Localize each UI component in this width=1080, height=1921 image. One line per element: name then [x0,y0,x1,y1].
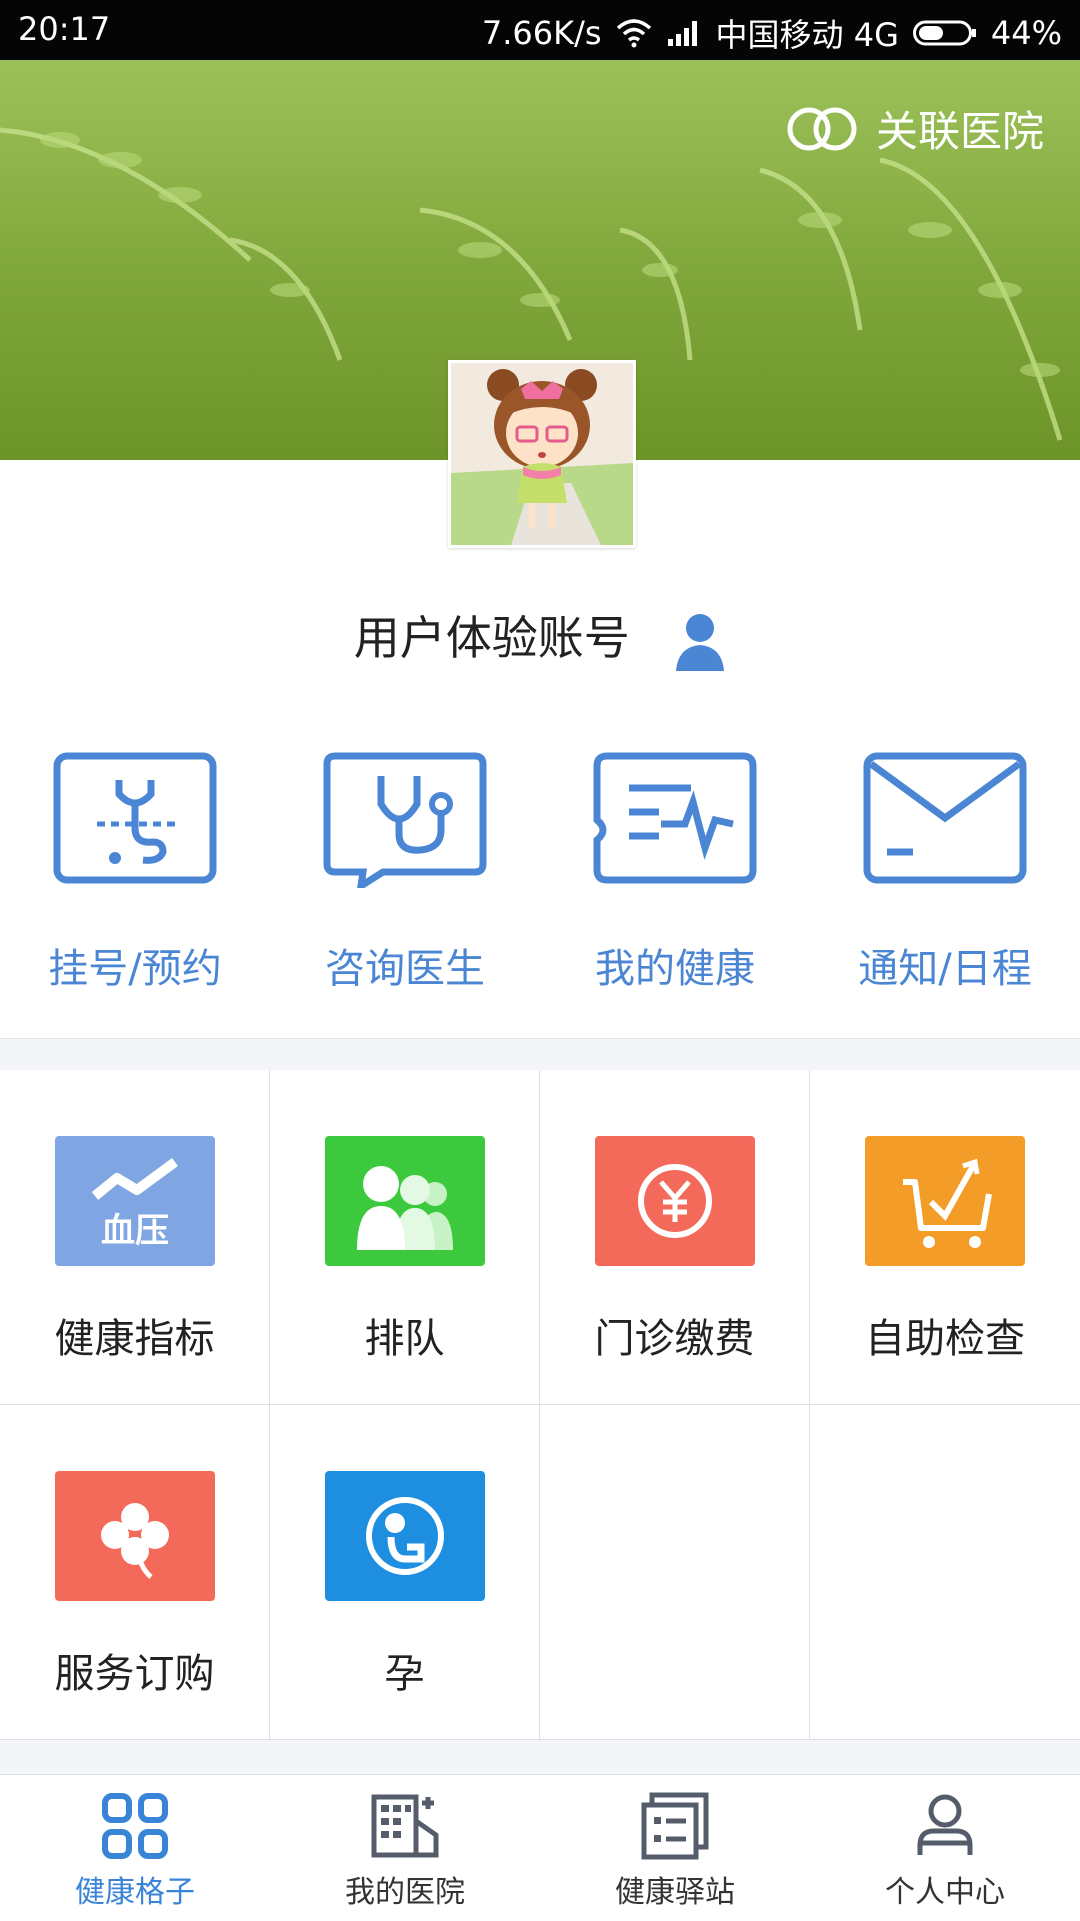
grid-item-health-indicators[interactable]: 血压 健康指标 [0,1070,270,1404]
grid-icon [102,1793,168,1859]
signal-icon [667,21,697,46]
quick-action-label: 咨询医生 [325,946,485,992]
avatar[interactable] [448,360,636,548]
cart-check-icon [865,1136,1025,1266]
quick-actions: 挂号/预约 咨询医生 我的健康 通知/日程 [0,752,1080,1002]
tab-health-station[interactable]: 健康驿站 [540,1775,810,1921]
quick-action-register[interactable]: 挂号/预约 [0,752,270,1002]
tile-text: 血压 [101,1211,169,1251]
status-bar: 20:17 7.66K/s 中国移动 4G 44% [0,0,1080,60]
grid-item-empty [810,1405,1080,1739]
grid-item-empty [540,1405,810,1739]
grid-item-label: 服务订购 [54,1651,215,1697]
quick-action-label: 通知/日程 [858,946,1032,992]
grid-item-queue[interactable]: 排队 [270,1070,540,1404]
yuan-coin-icon [594,1136,755,1266]
net-speed: 7.66K/s [481,14,602,52]
battery-percent: 44% [990,14,1062,52]
grid-item-label: 孕 [384,1651,425,1697]
grid-row: 血压 健康指标 排队 门诊缴费 自助检查 [0,1070,1080,1405]
grid-item-label: 健康指标 [54,1316,215,1362]
tab-my-hospital[interactable]: 我的医院 [270,1775,540,1921]
related-hospital-label: 关联医院 [875,107,1044,156]
grid-item-label: 门诊缴费 [594,1316,755,1362]
queue-people-icon [324,1136,485,1266]
grid-row: 服务订购 孕 [0,1405,1080,1740]
health-record-icon [593,752,757,884]
related-hospital-button[interactable]: 关联医院 [782,98,1044,159]
quick-action-notifications[interactable]: 通知/日程 [810,752,1080,1002]
grid-item-service-order[interactable]: 服务订购 [0,1405,270,1739]
tab-label: 健康格子 [75,1875,195,1910]
grid-item-label: 自助检查 [865,1316,1025,1362]
quick-action-label: 挂号/预约 [48,946,222,992]
grid-item-self-check[interactable]: 自助检查 [810,1070,1080,1404]
tab-label: 个人中心 [885,1875,1005,1910]
account-name: 用户体验账号 [353,611,630,665]
grid-item-pregnancy[interactable]: 孕 [270,1405,540,1739]
quick-action-consult[interactable]: 咨询医生 [270,752,540,1002]
tab-health-grid[interactable]: 健康格子 [0,1775,270,1921]
status-time: 20:17 [18,10,111,48]
tab-label: 健康驿站 [615,1875,735,1910]
envelope-icon [863,752,1027,884]
section-divider [0,1038,1080,1072]
services-grid: 血压 健康指标 排队 门诊缴费 自助检查 服务订购 孕 [0,1070,1080,1740]
wifi-icon [616,19,651,48]
tab-personal-center[interactable]: 个人中心 [810,1775,1080,1921]
avatar-cartoon-image [451,363,633,545]
grid-item-outpatient-payment[interactable]: 门诊缴费 [540,1070,810,1404]
blood-pressure-icon: 血压 [54,1136,215,1266]
carrier-label: 中国移动 4G [715,16,899,54]
chat-stethoscope-icon [323,752,487,888]
hospital-building-icon [371,1794,439,1858]
battery-icon [912,20,976,46]
pregnancy-icon [324,1471,485,1601]
link-rings-icon [787,107,857,150]
tab-label: 我的医院 [345,1875,465,1910]
grid-item-label: 排队 [364,1316,445,1362]
news-icon [641,1792,709,1860]
person-icon [917,1794,973,1855]
user-icon [676,613,725,671]
bottom-tab-bar: 健康格子 我的医院 健康驿站 个人中心 [0,1774,1080,1921]
quick-action-label: 我的健康 [595,946,755,992]
clover-icon [54,1471,215,1601]
user-account-row[interactable]: 用户体验账号 [0,602,1080,673]
status-right: 7.66K/s 中国移动 4G 44% [482,10,1062,56]
stethoscope-card-icon [53,752,217,884]
quick-action-my-health[interactable]: 我的健康 [540,752,810,1002]
